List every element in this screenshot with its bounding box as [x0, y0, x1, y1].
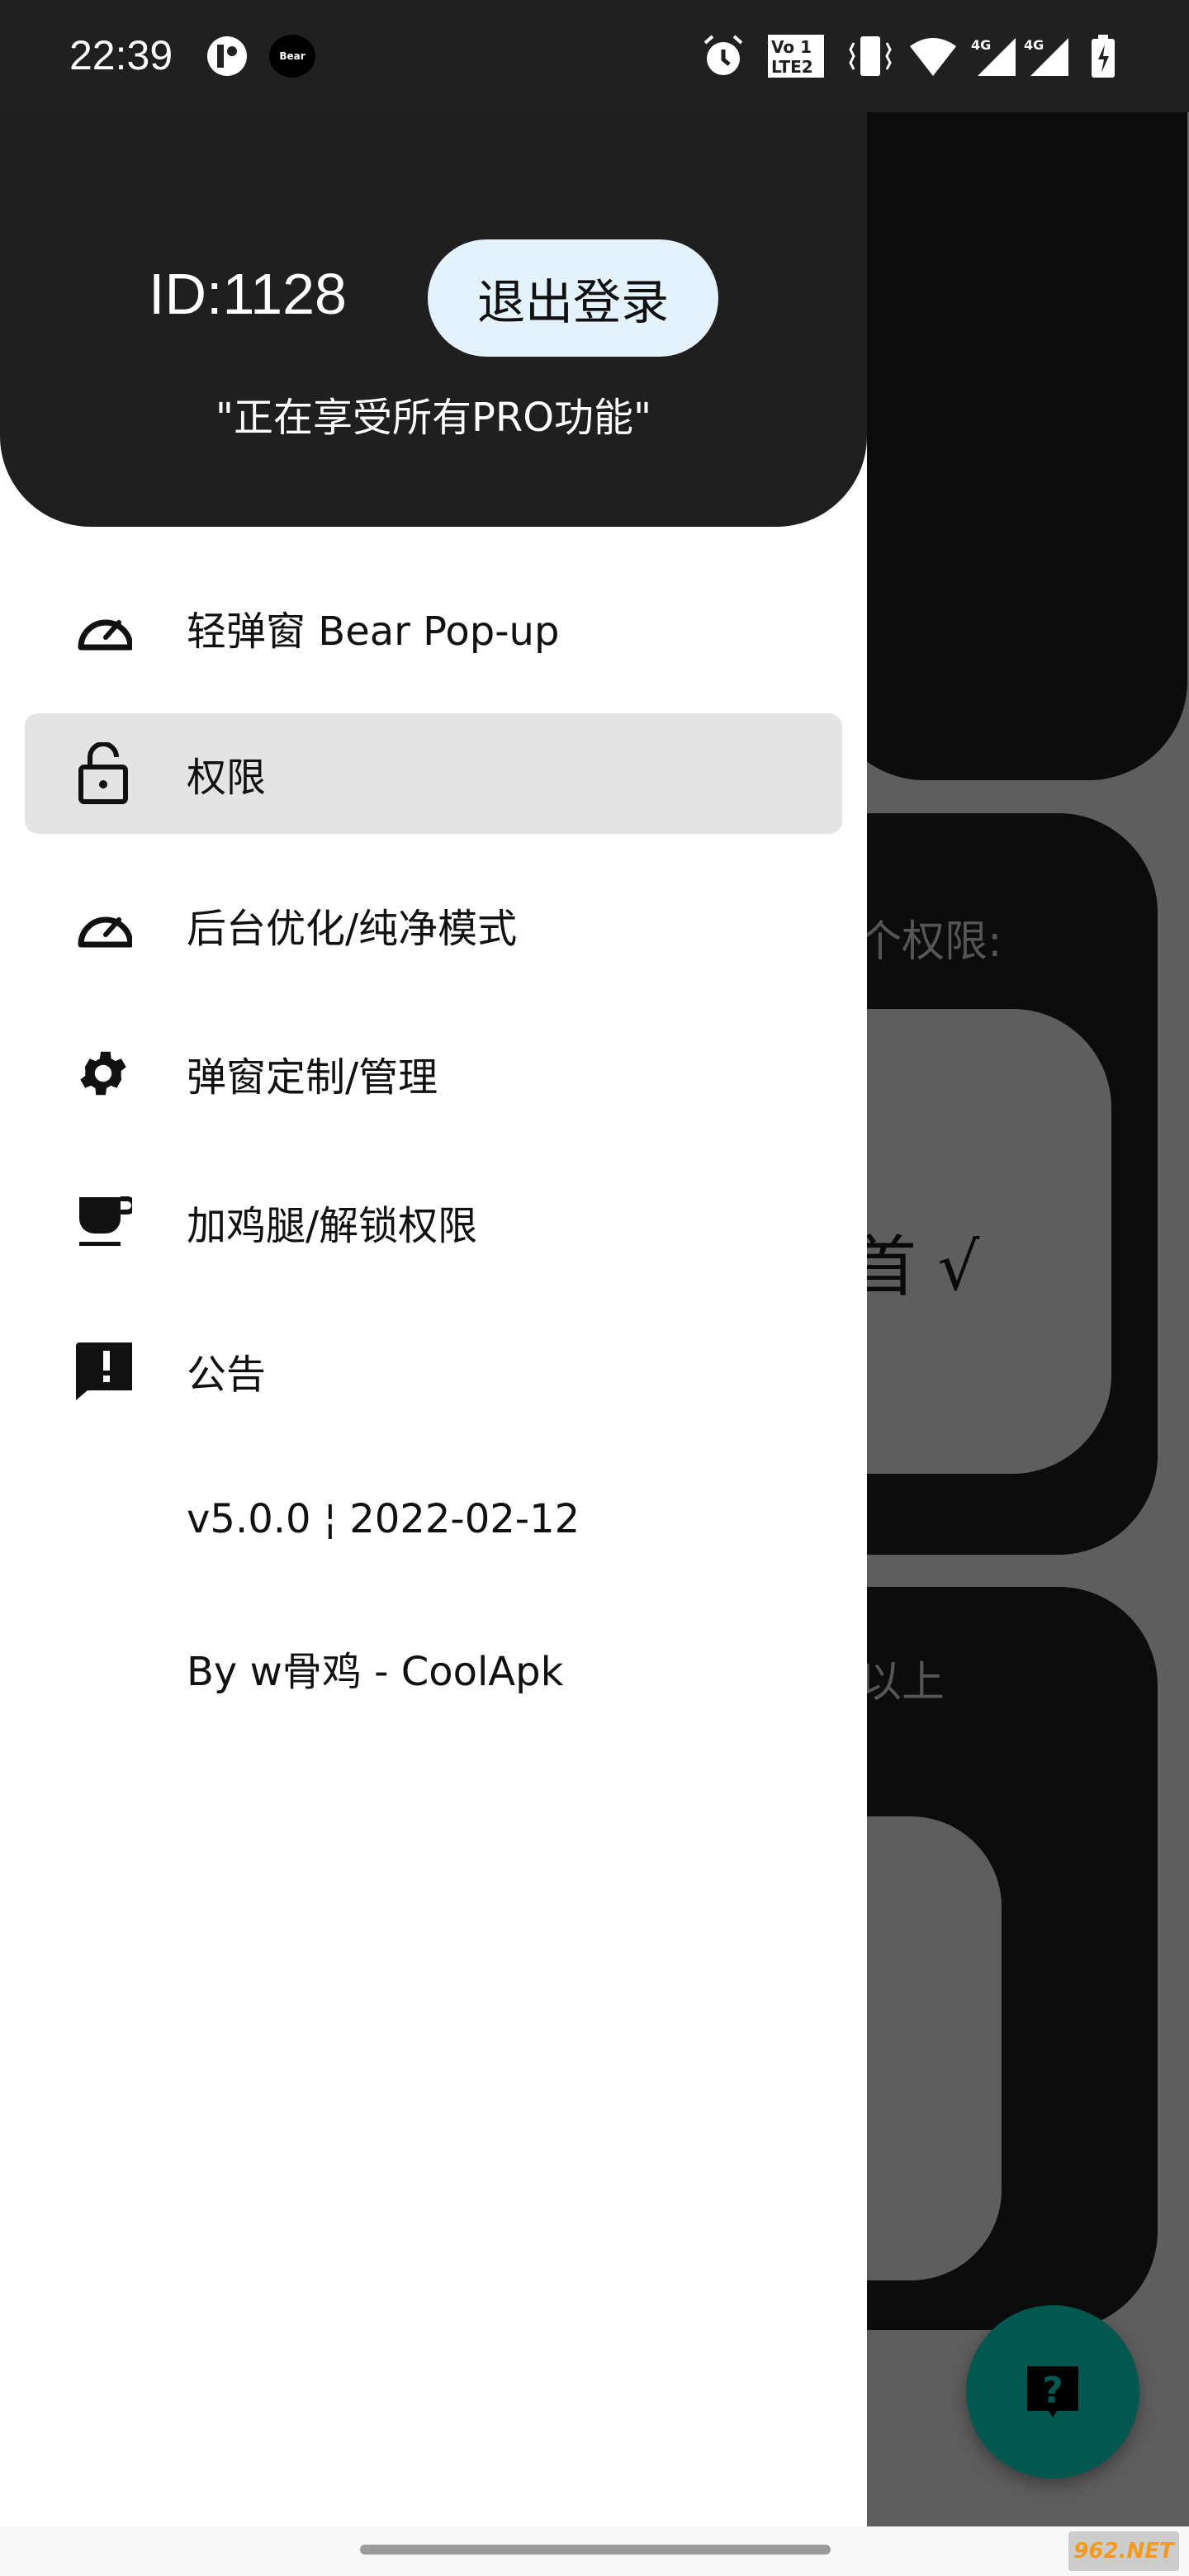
menu-label: 后台优化/纯净模式 — [187, 906, 518, 952]
pro-status: "正在享受所有PRO功能" — [215, 395, 652, 441]
menu-label: 加鸡腿/解锁权限 — [187, 1203, 478, 1249]
app-icon — [203, 35, 251, 78]
alarm-icon — [699, 35, 748, 78]
version-requirement: 以上 — [859, 1658, 945, 1707]
menu-item-bear-popup[interactable]: 轻弹窗 Bear Pop-up — [25, 567, 842, 688]
permission-title: 个权限: — [859, 917, 1002, 967]
navigation-bar: 962.NET — [0, 2526, 1189, 2576]
signal-4g-icon: 4G — [1024, 35, 1070, 78]
svg-text:4G: 4G — [971, 37, 991, 53]
svg-text:?: ? — [1042, 2370, 1063, 2412]
battery-charging-icon — [1088, 35, 1118, 78]
permission-status: 首 √ — [850, 1229, 980, 1305]
author-label: By w骨鸡 - CoolApk — [187, 1649, 564, 1695]
menu-label: 弹窗定制/管理 — [187, 1054, 438, 1101]
svg-text:LTE2: LTE2 — [771, 57, 813, 77]
menu-item-background-optimization[interactable]: 后台优化/纯净模式 — [25, 864, 842, 985]
announcement-icon — [74, 1342, 132, 1400]
user-id: ID:1128 — [149, 262, 347, 326]
menu-item-donate[interactable]: 加鸡腿/解锁权限 — [25, 1162, 842, 1282]
menu-label: 权限 — [187, 755, 267, 801]
svg-text:4G: 4G — [1024, 37, 1044, 53]
menu-item-permissions[interactable]: 权限 — [25, 713, 842, 834]
vibrate-icon — [847, 35, 893, 78]
coffee-icon — [74, 1193, 132, 1251]
menu-label: 轻弹窗 Bear Pop-up — [187, 608, 560, 655]
status-bar: 22:39 Bear Vo 1 LTE2 4G 4G — [0, 0, 1189, 112]
status-time: 22:39 — [69, 32, 173, 78]
menu-item-popup-customization[interactable]: 弹窗定制/管理 — [25, 1013, 842, 1134]
bear-icon: Bear — [269, 35, 315, 78]
speedometer-icon — [74, 896, 132, 954]
author-info[interactable]: By w骨鸡 - CoolApk — [25, 1608, 842, 1728]
signal-4g-icon: 4G — [971, 35, 1017, 78]
menu-item-announcement[interactable]: 公告 — [25, 1310, 842, 1431]
gear-icon — [74, 1044, 132, 1102]
speedometer-icon — [74, 599, 132, 656]
logout-button[interactable]: 退出登录 — [428, 239, 718, 357]
watermark-logo: 962.NET — [1068, 2531, 1179, 2571]
svg-text:Vo 1: Vo 1 — [771, 37, 812, 57]
navigation-drawer: ID:1128 退出登录 "正在享受所有PRO功能" 轻弹窗 Bear Pop-… — [0, 112, 867, 2526]
volte-icon: Vo 1 LTE2 — [768, 35, 824, 78]
wifi-icon — [908, 35, 958, 78]
home-handle[interactable] — [360, 2545, 831, 2555]
version-label: v5.0.0 ¦ 2022-02-12 — [187, 1496, 580, 1542]
help-bubble-icon: ? — [1027, 2366, 1078, 2417]
version-info: v5.0.0 ¦ 2022-02-12 — [25, 1459, 842, 1579]
lock-open-icon — [74, 742, 132, 804]
help-fab[interactable]: ? — [966, 2305, 1139, 2479]
background-card — [826, 112, 1187, 780]
menu-label: 公告 — [187, 1352, 267, 1398]
drawer-header: ID:1128 退出登录 "正在享受所有PRO功能" — [0, 112, 867, 527]
